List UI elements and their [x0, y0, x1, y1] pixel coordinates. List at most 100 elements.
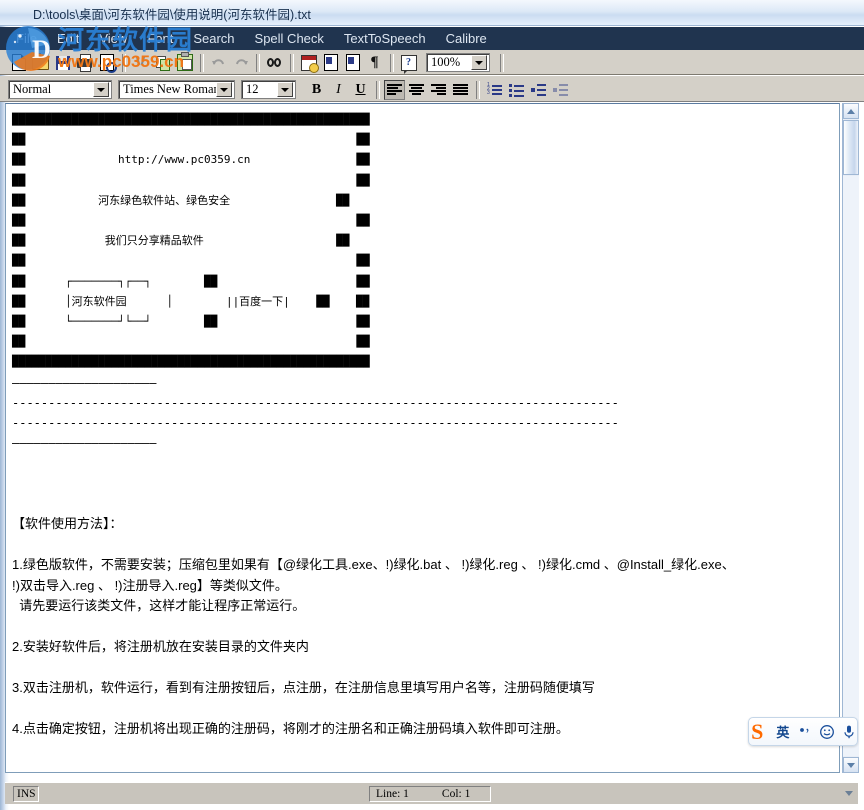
menu-item-edit[interactable]: Edit — [47, 27, 89, 50]
chevron-down-icon[interactable] — [277, 82, 293, 97]
line-col-indicator: Line: 1 Col: 1 — [369, 786, 491, 802]
chevron-down-icon[interactable] — [216, 82, 232, 97]
chevron-down-icon[interactable] — [471, 55, 487, 70]
align-left-icon — [387, 83, 402, 96]
column-number: Col: 1 — [441, 788, 471, 800]
art-line: ██ ██ — [12, 133, 370, 147]
window-title: D:\tools\桌面\河东软件园\使用说明(河东软件园).txt — [33, 8, 311, 22]
align-left-button[interactable] — [384, 79, 405, 100]
separator-line: ----------------------------------------… — [12, 415, 619, 430]
align-justify-button[interactable] — [450, 80, 471, 100]
smiley-icon[interactable] — [818, 722, 835, 742]
italic-button[interactable]: I — [328, 80, 349, 100]
document-paragraph: 3.双击注册机，软件运行，看到有注册按钮后，点注册，在注册信息里填写用户名等，注… — [12, 680, 595, 696]
insert-datetime-icon — [300, 54, 319, 73]
zoom-combo[interactable]: 100% — [426, 53, 490, 72]
copy-button[interactable] — [152, 52, 173, 73]
help-button[interactable]: ? — [398, 52, 419, 74]
art-line: ██ ██ — [12, 254, 370, 268]
punctuation-icon[interactable] — [796, 722, 813, 742]
scroll-down-button[interactable] — [843, 757, 859, 773]
art-line: ██ └───────┘└──┘ ██ ██ — [12, 315, 370, 329]
art-line: ██ ██ — [12, 335, 370, 349]
insert-datetime-button[interactable] — [298, 52, 319, 73]
menu-item-spell-check[interactable]: Spell Check — [245, 27, 334, 50]
save-button[interactable] — [52, 52, 73, 73]
menu-item-search[interactable]: Search — [183, 27, 244, 50]
pilcrow-icon: ¶ — [370, 54, 379, 70]
menu-item-texttospeech[interactable]: TextToSpeech — [334, 27, 436, 50]
align-center-button[interactable] — [406, 80, 427, 100]
paragraph-style-value: Normal — [13, 82, 52, 96]
zoom-value: 100% — [431, 55, 461, 69]
line-number: Line: 1 — [376, 788, 409, 800]
increase-indent-icon — [531, 83, 546, 96]
scroll-up-button[interactable] — [843, 103, 859, 119]
art-line: ██ │河东软件园 │ ||百度一下| ██ ██ — [12, 294, 370, 308]
font-family-combo[interactable]: Times New Roman — [118, 80, 235, 99]
microphone-icon[interactable] — [840, 722, 857, 742]
status-bar: INS Line: 1 Col: 1 — [5, 782, 858, 804]
page-setup-button[interactable] — [320, 52, 341, 73]
align-right-button[interactable] — [428, 80, 449, 100]
toolbar-separator — [376, 80, 380, 99]
underline-label: U — [355, 81, 366, 97]
art-line: ██ ██ — [12, 214, 370, 228]
undo-button[interactable] — [208, 52, 229, 73]
document-page: ████████████████████████████████████████… — [6, 104, 735, 740]
toolbar-separator — [476, 80, 480, 99]
find-button[interactable] — [264, 52, 285, 73]
align-center-icon — [409, 83, 424, 96]
scrollbar-thumb[interactable] — [843, 120, 859, 175]
status-scroll-down-button[interactable] — [842, 787, 855, 800]
menu-item-font[interactable]: Font — [137, 27, 183, 50]
bulleted-list-button[interactable] — [506, 80, 527, 100]
underline-button[interactable]: U — [350, 80, 371, 100]
vertical-scrollbar[interactable] — [842, 103, 859, 773]
menu-item-file[interactable]: File — [6, 27, 47, 50]
toolbar-separator — [200, 53, 204, 72]
toolbar-separator — [500, 53, 504, 72]
print-preview-button[interactable] — [96, 52, 117, 73]
sogou-ime-toolbar[interactable]: S 英 — [748, 717, 858, 746]
font-size-combo[interactable]: 12 — [241, 80, 296, 99]
art-line: ██ 河东绿色软件站、绿色安全 ██ — [12, 193, 350, 207]
page-break-button[interactable] — [342, 52, 363, 73]
new-document-button[interactable] — [8, 52, 29, 73]
show-pilcrow-button[interactable]: ¶ — [364, 52, 385, 73]
numbered-list-icon: 123 — [487, 82, 502, 96]
redo-button[interactable] — [230, 52, 251, 73]
paragraph-style-combo[interactable]: Normal — [8, 80, 112, 99]
paste-button[interactable] — [174, 52, 195, 73]
print-button[interactable] — [74, 52, 95, 73]
cut-icon — [134, 55, 148, 70]
font-size-value: 12 — [246, 82, 259, 96]
increase-indent-button[interactable] — [528, 80, 549, 100]
sogou-logo-icon[interactable]: S — [745, 719, 769, 745]
text-editor-window: D:\tools\桌面\河东软件园\使用说明(河东软件园).txt File E… — [0, 0, 864, 810]
menu-item-view[interactable]: View — [89, 27, 137, 50]
bold-button[interactable]: B — [306, 80, 327, 100]
menu-item-calibre[interactable]: Calibre — [436, 27, 497, 50]
art-line: ██ 我们只分享精品软件 ██ — [12, 234, 350, 248]
document-edit-area[interactable]: ████████████████████████████████████████… — [5, 103, 840, 773]
decrease-indent-icon — [553, 83, 568, 96]
bulleted-list-icon — [509, 83, 524, 97]
decrease-indent-button[interactable] — [550, 80, 571, 100]
numbered-list-button[interactable]: 123 — [484, 80, 505, 100]
art-line: ██ ┌───────┐┌──┐ ██ ██ — [12, 274, 370, 288]
copy-icon — [155, 55, 170, 71]
ime-language-mode[interactable]: 英 — [774, 722, 791, 742]
open-file-button[interactable] — [30, 52, 51, 73]
document-paragraph: 2.安装好软件后，将注册机放在安装目录的文件夹内 — [12, 639, 309, 655]
document-paragraph: 1.绿色版软件，不需要安装；压缩包里如果有【@绿化工具.exe、!)绿化.bat… — [12, 557, 735, 573]
scrollbar-track[interactable] — [843, 176, 859, 756]
chevron-down-icon[interactable] — [93, 82, 109, 97]
bold-label: B — [311, 81, 322, 97]
cut-button[interactable] — [130, 52, 151, 73]
